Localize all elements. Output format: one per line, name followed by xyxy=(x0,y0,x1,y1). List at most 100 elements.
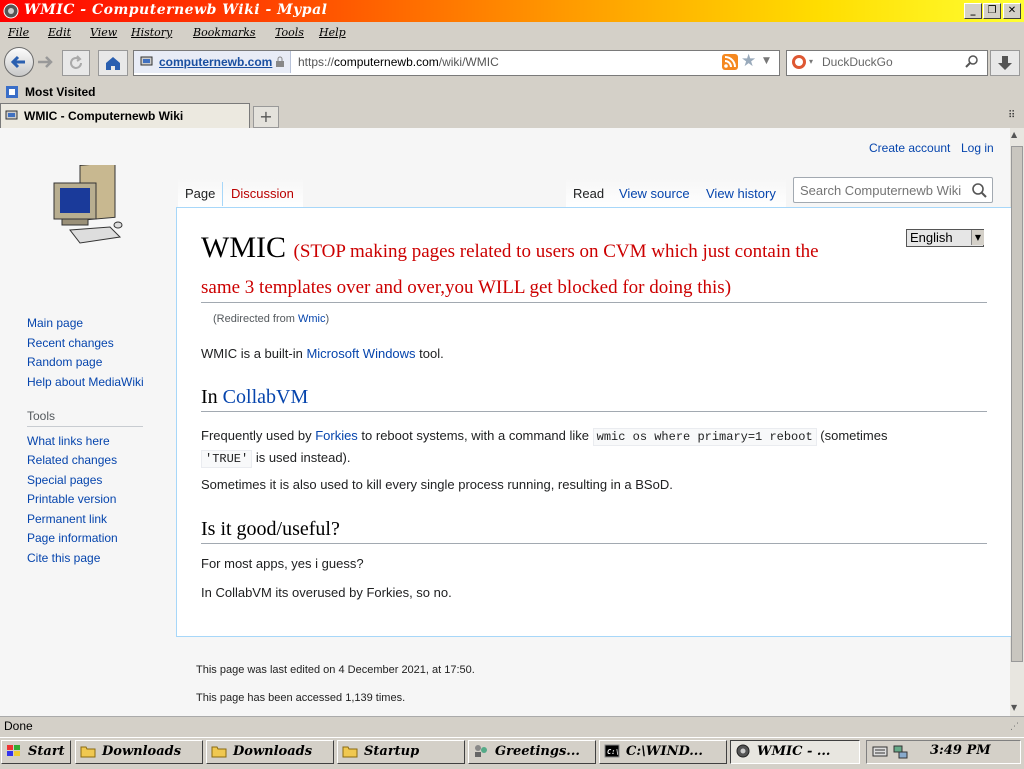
window-title: WMIC - Computernewb Wiki - Mypal xyxy=(24,2,328,18)
folder-icon xyxy=(342,746,358,758)
log-in-link[interactable]: Log in xyxy=(961,141,994,155)
home-icon xyxy=(106,57,120,70)
command-prompt-icon: C:\ xyxy=(604,744,620,758)
forward-arrow-icon[interactable] xyxy=(34,52,56,72)
close-button[interactable]: ✕ xyxy=(1003,3,1021,19)
most-visited-icon xyxy=(6,86,18,98)
tab-separator xyxy=(222,182,223,206)
tab-read[interactable]: Read xyxy=(573,186,604,201)
sidebar-recent-changes[interactable]: Recent changes xyxy=(27,336,114,350)
tools-special-pages[interactable]: Special pages xyxy=(27,473,102,487)
menu-bookmarks[interactable]: Bookmarks xyxy=(193,26,256,39)
redirect-source-link[interactable]: Wmic xyxy=(298,313,326,325)
command-code: wmic os where primary=1 reboot xyxy=(592,428,817,446)
people-icon xyxy=(475,745,487,757)
paragraph-overused: In CollabVM its overused by Forkies, so … xyxy=(201,585,452,600)
page-title: WMIC (STOP making pages related to users… xyxy=(201,231,819,264)
taskbar-downloads-2[interactable]: Downloads xyxy=(206,740,334,764)
menu-history[interactable]: History xyxy=(131,26,172,39)
menu-help[interactable]: Help xyxy=(319,26,346,39)
tab-label: WMIC - Computernewb Wiki xyxy=(24,109,184,123)
folder-icon xyxy=(80,746,96,758)
tools-heading: Tools xyxy=(27,409,56,423)
bookmark-star-icon[interactable]: ★ xyxy=(741,51,756,71)
sidebar-help[interactable]: Help about MediaWiki xyxy=(27,375,144,389)
tools-what-links-here[interactable]: What links here xyxy=(27,434,110,448)
back-arrow-icon xyxy=(10,55,25,69)
start-button[interactable]: Start xyxy=(1,740,71,764)
taskbar-startup[interactable]: Startup xyxy=(337,740,465,764)
footer-access-count: This page has been accessed 1,139 times. xyxy=(196,692,406,704)
paragraph-usage: Frequently used by Forkies to reboot sys… xyxy=(201,428,888,468)
collabvm-link[interactable]: CollabVM xyxy=(223,386,309,408)
minimize-button[interactable]: _ xyxy=(964,3,982,19)
wiki-search-icon[interactable] xyxy=(971,182,987,198)
url-text[interactable]: https://computernewb.com/wiki/WMIC xyxy=(298,55,499,69)
search-engine-label: DuckDuckGo xyxy=(822,55,893,69)
duckduckgo-icon[interactable] xyxy=(791,54,807,70)
tools-page-information[interactable]: Page information xyxy=(27,531,118,545)
resize-grip-icon[interactable]: ⋰ xyxy=(1010,722,1019,732)
tab-view-history[interactable]: View history xyxy=(706,186,776,201)
browser-icon xyxy=(736,744,750,758)
reload-icon xyxy=(70,55,82,69)
tools-printable-version[interactable]: Printable version xyxy=(27,492,116,506)
scroll-thumb[interactable] xyxy=(1011,146,1023,662)
tools-permanent-link[interactable]: Permanent link xyxy=(27,512,107,526)
windows-logo-icon xyxy=(7,745,20,756)
svg-text:C:\: C:\ xyxy=(607,748,620,756)
menu-tools[interactable]: Tools xyxy=(275,26,304,39)
maximize-button[interactable]: ❐ xyxy=(983,3,1001,19)
tab-discussion[interactable]: Discussion xyxy=(231,186,294,201)
microsoft-windows-link[interactable]: Microsoft Windows xyxy=(306,346,415,361)
menu-edit[interactable]: Edit xyxy=(48,26,71,39)
browser-icon xyxy=(3,3,19,19)
status-text: Done xyxy=(4,719,33,733)
search-engine-dropdown-icon[interactable]: ▾ xyxy=(809,57,813,66)
new-tab-button[interactable]: + xyxy=(253,106,279,128)
download-arrow-icon xyxy=(998,56,1012,70)
paragraph-bsod: Sometimes it is also used to kill every … xyxy=(201,477,673,492)
reload-button[interactable] xyxy=(62,50,90,76)
article-body xyxy=(176,207,1011,637)
search-icon[interactable] xyxy=(964,54,980,70)
back-button[interactable] xyxy=(4,47,34,77)
most-visited-bookmark[interactable]: Most Visited xyxy=(25,85,95,99)
network-icon[interactable] xyxy=(892,744,908,760)
title-underline xyxy=(201,302,987,303)
tools-cite-this-page[interactable]: Cite this page xyxy=(27,551,100,565)
keyboard-icon[interactable] xyxy=(872,744,888,758)
sidebar-random-page[interactable]: Random page xyxy=(27,355,102,369)
all-tabs-icon[interactable]: ⠿ xyxy=(1008,110,1015,121)
sidebar-main-page[interactable]: Main page xyxy=(27,316,83,330)
tools-divider xyxy=(27,426,143,427)
taskbar-greetings[interactable]: Greetings... xyxy=(468,740,596,764)
menu-file[interactable]: File xyxy=(8,26,29,39)
tools-related-changes[interactable]: Related changes xyxy=(27,453,117,467)
home-button[interactable] xyxy=(98,50,128,76)
wiki-search-input[interactable] xyxy=(793,177,993,203)
title-note-line1: (STOP making pages related to users on C… xyxy=(293,241,819,262)
downloads-button[interactable] xyxy=(990,50,1020,76)
forkies-link[interactable]: Forkies xyxy=(315,428,358,443)
scroll-down-icon[interactable]: ▼ xyxy=(1011,703,1017,712)
taskbar-wmic-browser[interactable]: WMIC - ... xyxy=(730,740,860,764)
language-dropdown-icon[interactable]: ▼ xyxy=(971,230,984,245)
taskbar-command-prompt[interactable]: C:\ C:\WIND... xyxy=(599,740,727,764)
redirected-from: (Redirected from Wmic) xyxy=(213,313,330,325)
create-account-link[interactable]: Create account xyxy=(869,141,950,155)
taskbar-clock[interactable]: 3:49 PM xyxy=(930,743,991,758)
heading-is-it-good: Is it good/useful? xyxy=(201,518,987,544)
site-favicon-icon xyxy=(140,56,153,66)
menu-view[interactable]: View xyxy=(90,26,117,39)
scroll-up-icon[interactable]: ▲ xyxy=(1011,130,1017,139)
bookmarks-toolbar xyxy=(0,82,1024,102)
intro-paragraph: WMIC is a built-in Microsoft Windows too… xyxy=(201,346,444,361)
url-dropdown-icon[interactable]: ▼ xyxy=(763,56,770,66)
taskbar-downloads-1[interactable]: Downloads xyxy=(75,740,203,764)
tab-page[interactable]: Page xyxy=(185,186,215,201)
wiki-logo-computer-icon[interactable] xyxy=(50,165,125,250)
heading-in-collabvm: In CollabVM xyxy=(201,386,987,412)
rss-icon[interactable] xyxy=(722,54,738,70)
tab-view-source[interactable]: View source xyxy=(619,186,690,201)
